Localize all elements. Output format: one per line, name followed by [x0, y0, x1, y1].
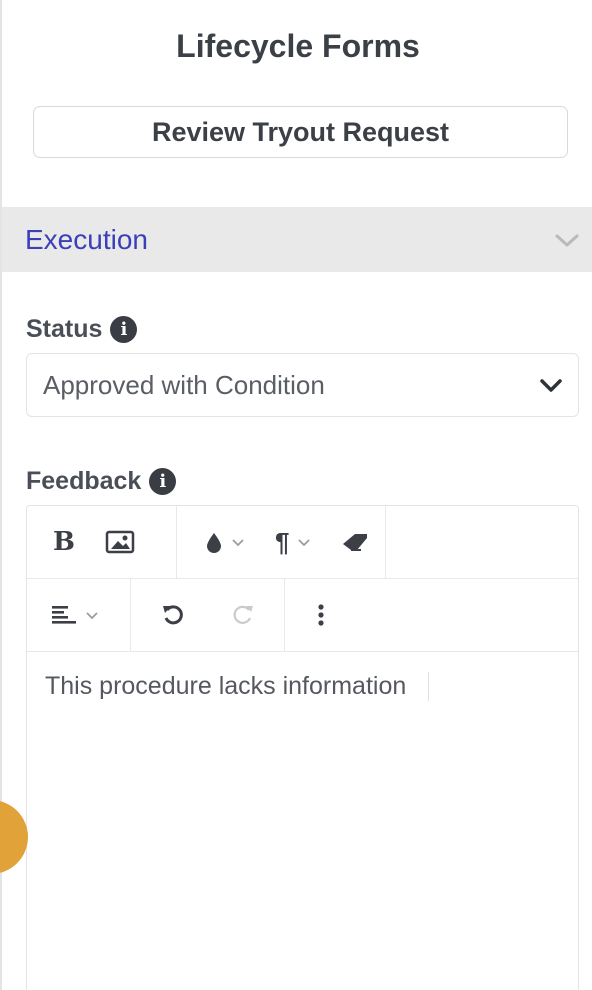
status-selected-value: Approved with Condition [43, 369, 325, 400]
toolbar-group-format: ¶ [177, 506, 387, 578]
editor-toolbar-row-2 [27, 579, 578, 652]
undo-icon[interactable] [161, 603, 185, 627]
caret-down-icon [232, 539, 244, 547]
feedback-editor: B ¶ This procedure lacks information [26, 505, 579, 990]
panel-title: Lifecycle Forms [176, 28, 420, 64]
more-vertical-icon[interactable] [317, 603, 325, 627]
execution-section-header[interactable]: Execution [2, 207, 592, 272]
editor-toolbar-row-1: B ¶ [27, 506, 578, 579]
chevron-down-icon [540, 379, 562, 392]
chevron-down-icon [555, 234, 579, 246]
caret-down-icon [298, 539, 311, 547]
paragraph-format-button[interactable]: ¶ [275, 527, 311, 558]
status-select[interactable]: Approved with Condition [26, 353, 579, 417]
redo-icon[interactable] [231, 603, 255, 627]
info-icon[interactable]: i [149, 468, 177, 495]
align-icon [52, 606, 76, 624]
color-drop-icon [207, 533, 221, 553]
feedback-text: This procedure lacks information [45, 672, 430, 701]
toolbar-group-insert: B [27, 506, 177, 578]
toolbar-group-more [285, 579, 339, 651]
feedback-label: Feedback [26, 467, 142, 495]
review-tryout-request-button[interactable]: Review Tryout Request [33, 106, 568, 158]
toolbar-group-align [27, 579, 131, 651]
status-label: Status [26, 315, 103, 343]
lifecycle-forms-panel: Lifecycle Forms Review Tryout Request Ex… [0, 0, 592, 990]
toolbar-group-history [131, 579, 285, 651]
bold-icon[interactable]: B [53, 527, 75, 557]
image-icon[interactable] [105, 530, 135, 554]
paragraph-icon: ¶ [275, 526, 290, 557]
feedback-label-row: Feedback i [26, 467, 177, 496]
text-color-button[interactable] [205, 531, 245, 553]
info-icon[interactable]: i [110, 316, 138, 343]
status-label-row: Status i [26, 315, 138, 344]
caret-down-icon [86, 612, 98, 620]
align-button[interactable] [51, 604, 99, 626]
section-title: Execution [25, 223, 148, 255]
feedback-text-area[interactable]: This procedure lacks information [27, 652, 578, 721]
floating-action-button[interactable] [0, 800, 28, 874]
eraser-icon[interactable] [341, 532, 371, 552]
